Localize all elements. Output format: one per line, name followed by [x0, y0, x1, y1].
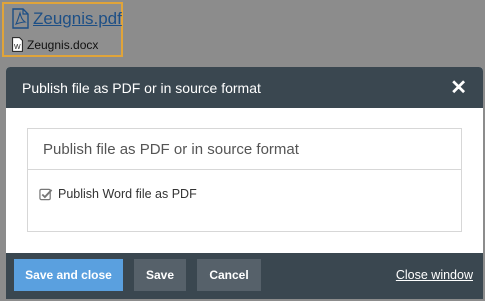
dialog-footer: Save and close Save Cancel Close window [6, 253, 483, 299]
word-file-icon: W [12, 37, 23, 52]
close-icon[interactable]: ✕ [450, 78, 467, 98]
dialog-title: Publish file as PDF or in source format [22, 79, 261, 96]
pdf-file-icon [12, 8, 29, 29]
svg-text:W: W [14, 44, 21, 51]
dialog-header: Publish file as PDF or in source format … [6, 67, 483, 108]
publish-as-pdf-checkbox[interactable] [39, 187, 53, 201]
pdf-file-name[interactable]: Zeugnis.pdf [33, 9, 122, 29]
publish-dialog: Publish file as PDF or in source format … [6, 67, 483, 299]
checkbox-checked-icon [39, 188, 53, 200]
save-button[interactable]: Save [134, 259, 186, 291]
file-item-docx[interactable]: W Zeugnis.docx [12, 37, 98, 52]
cancel-button[interactable]: Cancel [197, 259, 261, 291]
publish-as-pdf-label[interactable]: Publish Word file as PDF [58, 187, 197, 201]
file-list-selection: Zeugnis.pdf W Zeugnis.docx [2, 2, 123, 57]
close-window-link[interactable]: Close window [396, 268, 473, 282]
option-row: Publish Word file as PDF [28, 170, 461, 201]
docx-file-name[interactable]: Zeugnis.docx [27, 38, 98, 52]
file-item-pdf[interactable]: Zeugnis.pdf [12, 8, 122, 29]
save-and-close-button[interactable]: Save and close [14, 259, 123, 291]
options-panel: Publish file as PDF or in source format … [27, 128, 462, 232]
panel-heading: Publish file as PDF or in source format [28, 129, 461, 170]
